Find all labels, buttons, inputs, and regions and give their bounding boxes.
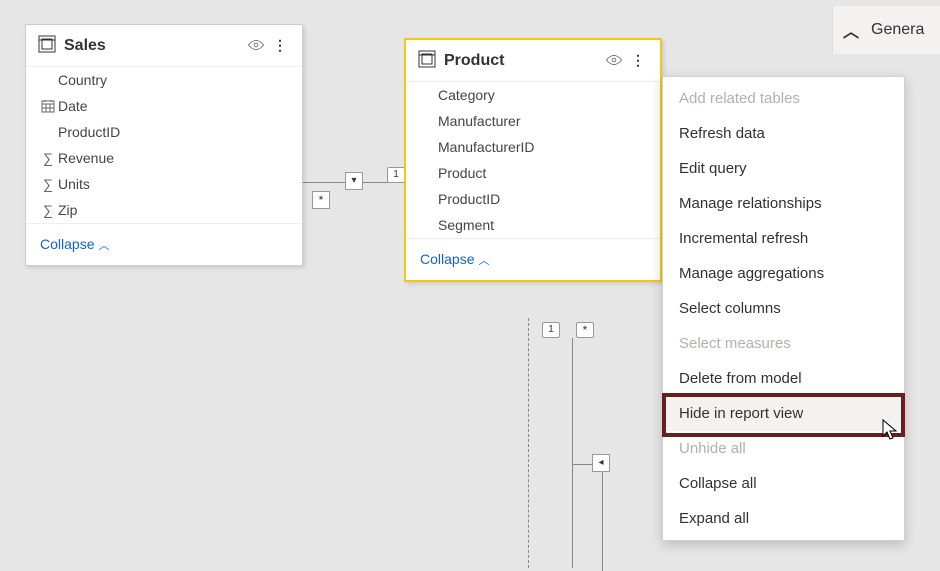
sigma-icon: ∑ <box>38 202 58 218</box>
table-icon <box>418 50 436 71</box>
menu-manage-relationships[interactable]: Manage relationships <box>663 186 904 221</box>
table-header[interactable]: Product ⋮ <box>406 40 660 82</box>
chevron-up-icon: ︿ <box>843 18 859 42</box>
menu-incremental-refresh[interactable]: Incremental refresh <box>663 221 904 256</box>
menu-manage-aggregations[interactable]: Manage aggregations <box>663 256 904 291</box>
field-row[interactable]: Date <box>26 93 302 119</box>
cursor-pointer-icon <box>880 418 902 450</box>
table-context-menu: Add related tables Refresh data Edit que… <box>662 76 905 541</box>
field-row[interactable]: ∑Zip <box>26 197 302 223</box>
filter-direction-icon: ▾ <box>345 172 363 190</box>
field-row[interactable]: ManufacturerID <box>406 134 660 160</box>
field-row[interactable]: Category <box>406 82 660 108</box>
field-label: Revenue <box>58 150 114 166</box>
field-row[interactable]: Product <box>406 160 660 186</box>
field-label: Date <box>58 98 88 114</box>
field-label: Units <box>58 176 90 192</box>
field-row[interactable]: ProductID <box>406 186 660 212</box>
menu-collapse-all[interactable]: Collapse all <box>663 466 904 501</box>
chevron-up-icon: ︿ <box>474 255 489 267</box>
menu-refresh-data[interactable]: Refresh data <box>663 116 904 151</box>
field-label: Segment <box>438 217 494 233</box>
filter-direction-icon: ◂ <box>592 454 610 472</box>
properties-panel-header[interactable]: ︿ Genera <box>832 6 940 54</box>
table-card-product[interactable]: Product ⋮ Category Manufacturer Manufact… <box>404 38 662 282</box>
cardinality-one: 1 <box>542 322 560 338</box>
field-label: Zip <box>58 202 77 218</box>
relationship-line[interactable] <box>572 338 573 568</box>
collapse-label: Collapse <box>40 236 94 252</box>
table-title: Product <box>436 52 605 70</box>
field-row[interactable]: Country <box>26 67 302 93</box>
menu-select-measures: Select measures <box>663 326 904 361</box>
sigma-icon: ∑ <box>38 176 58 192</box>
collapse-toggle[interactable]: Collapse︿ <box>406 238 660 280</box>
field-label: Country <box>58 72 107 88</box>
visibility-icon[interactable] <box>605 53 627 69</box>
cardinality-one: 1 <box>387 167 405 183</box>
field-row[interactable]: Segment <box>406 212 660 238</box>
field-label: Category <box>438 87 495 103</box>
field-label: ProductID <box>58 124 120 140</box>
field-label: ManufacturerID <box>438 139 534 155</box>
field-row[interactable]: ∑Units <box>26 171 302 197</box>
menu-delete-from-model[interactable]: Delete from model <box>663 361 904 396</box>
table-header[interactable]: Sales ⋮ <box>26 25 302 67</box>
collapse-label: Collapse <box>420 251 474 267</box>
cardinality-many: * <box>576 322 594 338</box>
collapse-toggle[interactable]: Collapse︿ <box>26 223 302 265</box>
cardinality-many: * <box>312 191 330 209</box>
menu-select-columns[interactable]: Select columns <box>663 291 904 326</box>
chevron-up-icon: ︿ <box>94 240 109 252</box>
field-label: ProductID <box>438 191 500 207</box>
more-options-icon[interactable]: ⋮ <box>269 37 292 54</box>
menu-edit-query[interactable]: Edit query <box>663 151 904 186</box>
menu-unhide-all: Unhide all <box>663 431 904 466</box>
field-row[interactable]: ProductID <box>26 119 302 145</box>
field-row[interactable]: ∑Revenue <box>26 145 302 171</box>
more-options-icon[interactable]: ⋮ <box>627 52 650 69</box>
field-row[interactable]: Manufacturer <box>406 108 660 134</box>
menu-expand-all[interactable]: Expand all <box>663 501 904 536</box>
calendar-icon <box>38 99 58 113</box>
table-card-sales[interactable]: Sales ⋮ Country Date ProductID ∑Revenue … <box>25 24 303 266</box>
table-icon <box>38 35 56 56</box>
sigma-icon: ∑ <box>38 150 58 166</box>
relationship-line[interactable] <box>528 318 529 568</box>
menu-add-related-tables: Add related tables <box>663 81 904 116</box>
section-title: Genera <box>871 21 924 39</box>
field-label: Product <box>438 165 486 181</box>
relationship-line[interactable] <box>602 464 603 571</box>
visibility-icon[interactable] <box>247 38 269 54</box>
field-label: Manufacturer <box>438 113 520 129</box>
table-title: Sales <box>56 37 247 55</box>
menu-hide-in-report-view[interactable]: Hide in report view <box>663 396 904 431</box>
